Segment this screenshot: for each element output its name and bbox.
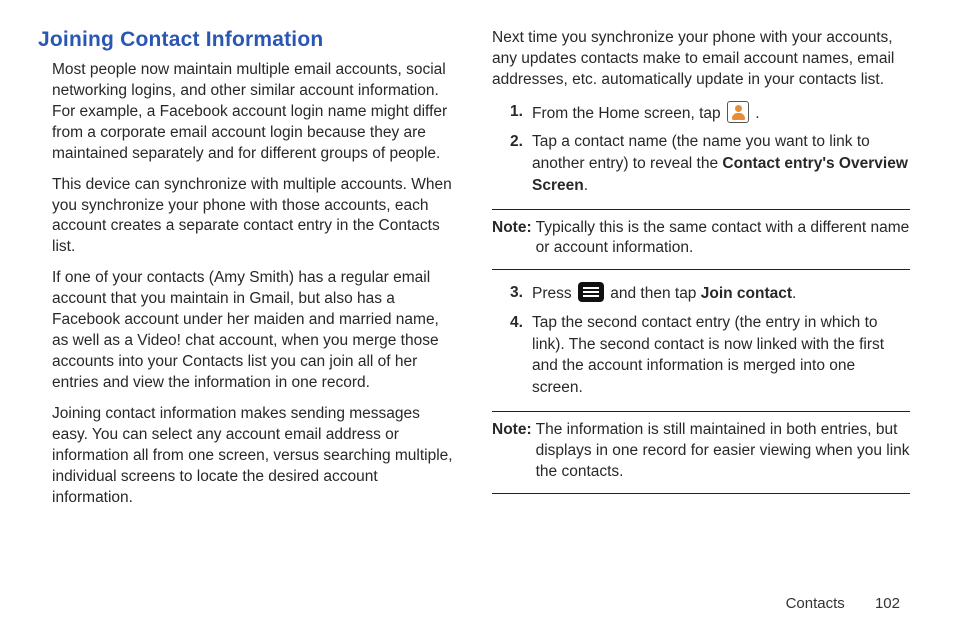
step-number: 4. (510, 312, 523, 334)
contacts-icon (727, 101, 749, 123)
step-text: . (751, 105, 760, 122)
left-column: Joining Contact Information Most people … (38, 28, 456, 518)
note-block: Note: The information is still maintaine… (492, 411, 910, 494)
step-item: 3. Press and then tap Join contact. (510, 282, 910, 305)
step-text: . (792, 285, 796, 302)
page-footer: Contacts 102 (786, 595, 900, 612)
paragraph: Next time you synchronize your phone wit… (492, 28, 910, 91)
note-label: Note: (492, 218, 532, 260)
step-text: and then tap (606, 285, 701, 302)
note-text: The information is still maintained in b… (536, 420, 910, 483)
step-text: . (584, 177, 588, 194)
page-columns: Joining Contact Information Most people … (38, 28, 910, 518)
step-text: Press (532, 285, 576, 302)
note-block: Note: Typically this is the same contact… (492, 209, 910, 271)
paragraph: Most people now maintain multiple email … (52, 60, 456, 165)
step-bold: Join contact (701, 285, 792, 302)
step-item: 2. Tap a contact name (the name you want… (510, 131, 910, 196)
paragraph: This device can synchronize with multipl… (52, 175, 456, 259)
paragraph: Joining contact information makes sendin… (52, 404, 456, 509)
step-number: 3. (510, 282, 523, 304)
step-list: 1. From the Home screen, tap . 2. Tap a … (510, 101, 910, 197)
paragraph: If one of your contacts (Amy Smith) has … (52, 268, 456, 394)
step-number: 2. (510, 131, 523, 153)
menu-icon (578, 282, 604, 302)
footer-section: Contacts (786, 595, 845, 612)
note-text: Typically this is the same contact with … (536, 218, 910, 260)
step-text: From the Home screen, tap (532, 105, 725, 122)
step-number: 1. (510, 101, 523, 123)
step-item: 4. Tap the second contact entry (the ent… (510, 312, 910, 399)
section-heading: Joining Contact Information (38, 28, 456, 52)
right-column: Next time you synchronize your phone wit… (492, 28, 910, 518)
footer-page-number: 102 (875, 595, 900, 612)
step-item: 1. From the Home screen, tap . (510, 101, 910, 125)
step-text: Tap the second contact entry (the entry … (532, 314, 884, 396)
note-label: Note: (492, 420, 532, 483)
step-list: 3. Press and then tap Join contact. 4. T… (510, 282, 910, 398)
